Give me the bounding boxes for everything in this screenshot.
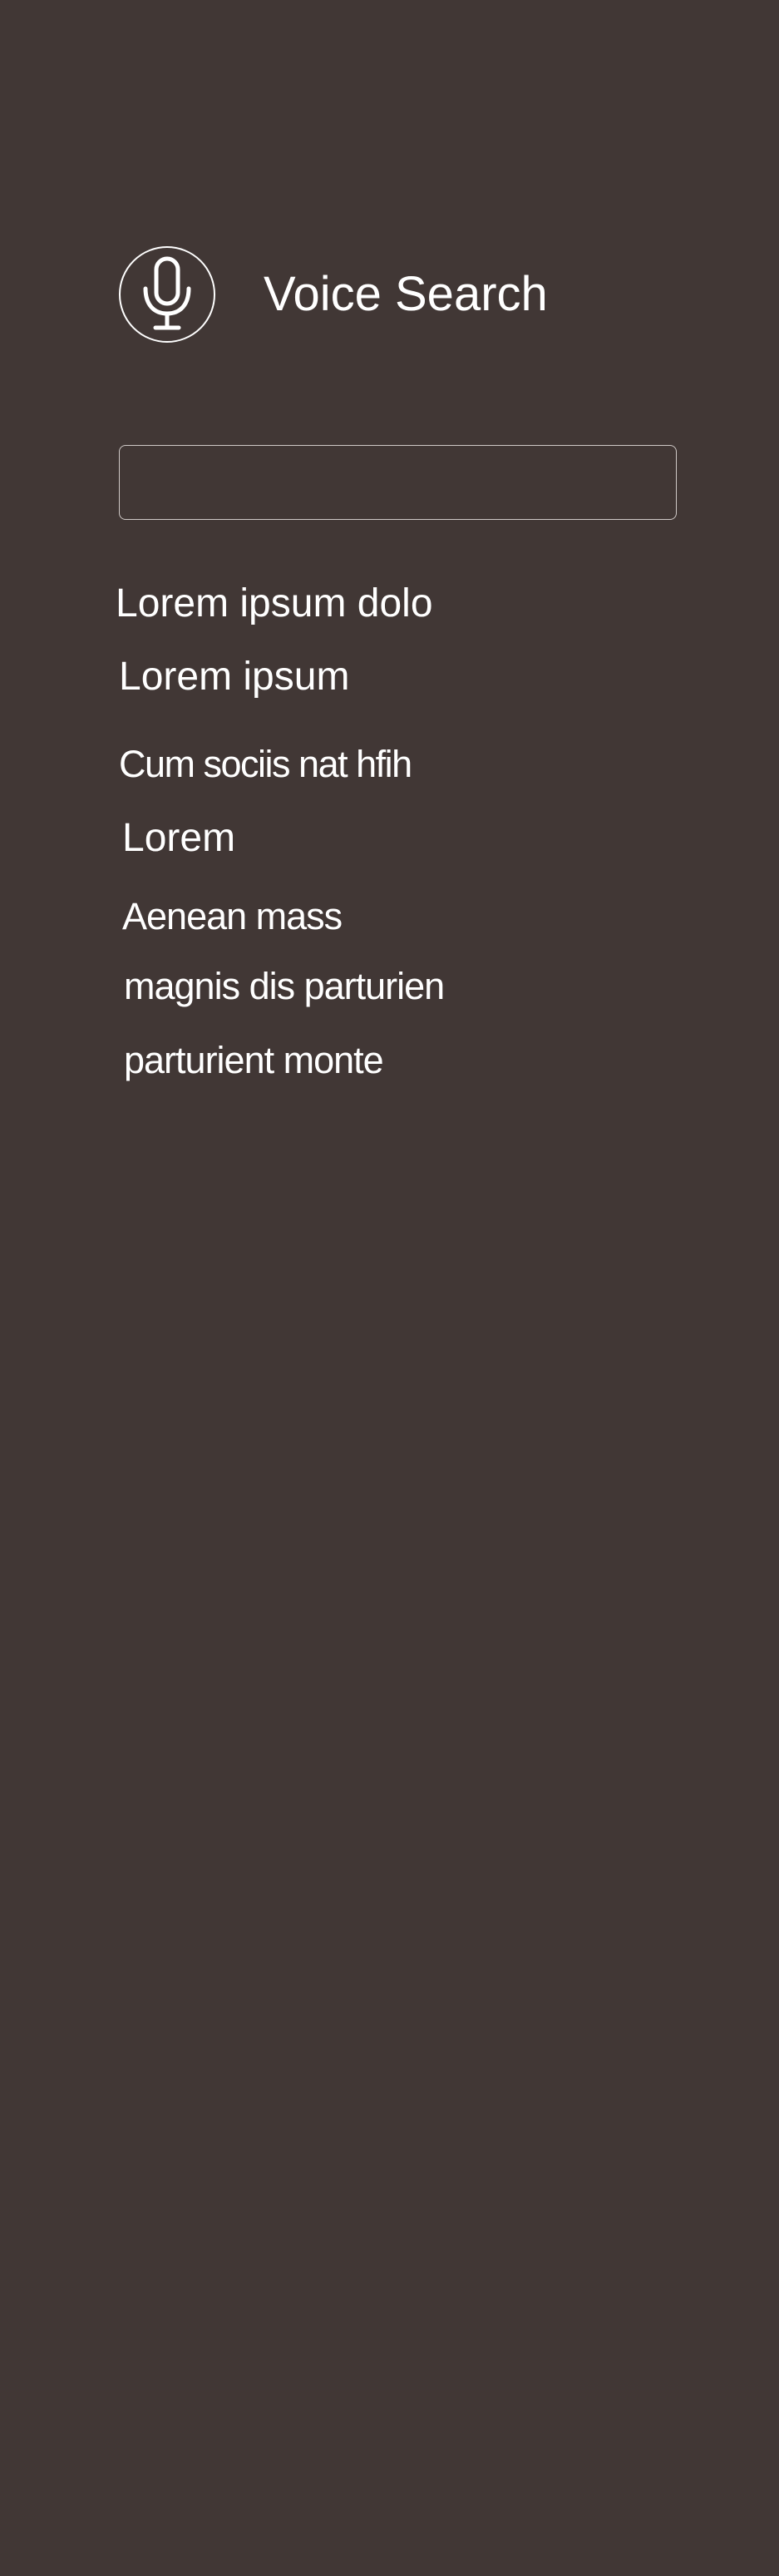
result-item[interactable]: Lorem ipsum dolo (116, 584, 433, 624)
search-results-list: Lorem ipsum dolo Lorem ipsum Cum sociis … (0, 0, 779, 1164)
result-item[interactable]: Cum sociis nat hfih (119, 745, 412, 783)
result-item[interactable]: magnis dis parturien (124, 967, 445, 1005)
result-item[interactable]: Lorem ipsum (119, 657, 349, 697)
result-item[interactable]: parturient monte (124, 1041, 384, 1079)
result-item[interactable]: Lorem (122, 818, 235, 858)
result-item[interactable]: Aenean mass (122, 897, 343, 935)
